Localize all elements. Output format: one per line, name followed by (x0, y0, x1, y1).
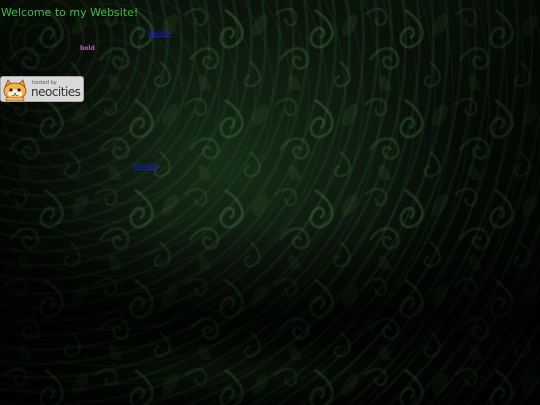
neocities-cat-icon (3, 79, 27, 101)
neocities-badge[interactable]: hosted by neocities (0, 76, 84, 102)
badge-brand-label: neocities (31, 85, 81, 99)
website-link-bottom[interactable]: Website (133, 163, 157, 170)
website-link-top[interactable]: Website (148, 30, 172, 37)
page-title: Welcome to my Website! (1, 6, 139, 19)
bold-text: bold (80, 45, 95, 52)
vignette-overlay (0, 0, 540, 405)
